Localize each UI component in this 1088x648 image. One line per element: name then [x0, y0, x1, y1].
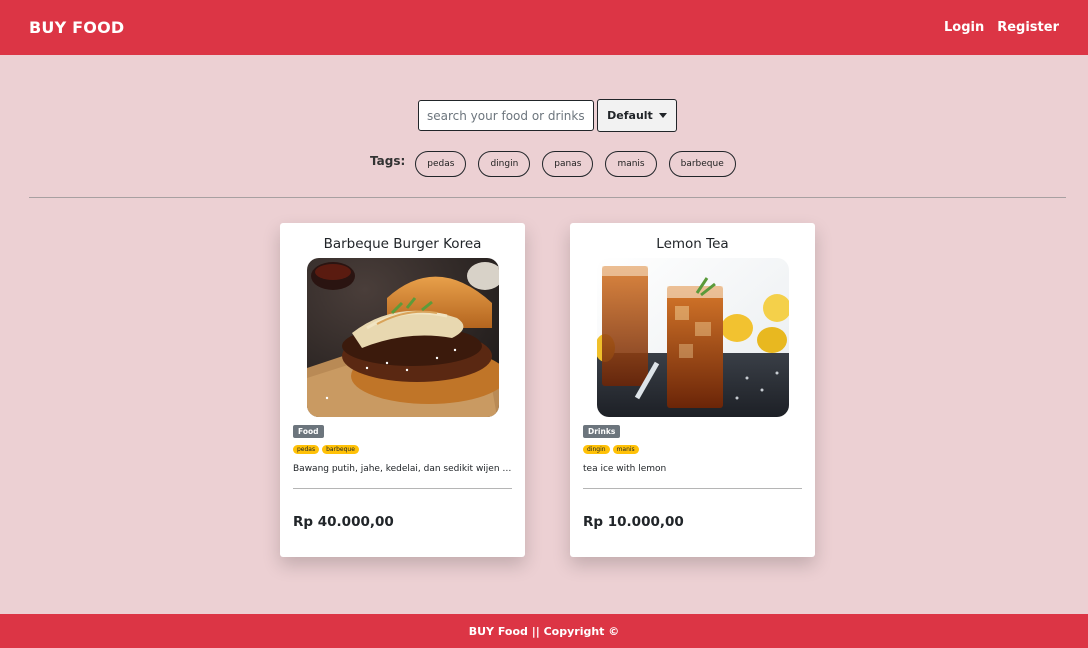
- tags-label: Tags:: [370, 154, 406, 168]
- product-tag: dingin: [583, 445, 610, 454]
- product-title: Barbeque Burger Korea: [323, 236, 482, 252]
- sort-dropdown-button[interactable]: Default: [597, 99, 677, 132]
- category-badge: Drinks: [583, 425, 621, 438]
- product-description: Bawang putih, jahe, kedelai, dan sedikit…: [293, 464, 512, 474]
- caret-down-icon: [658, 113, 667, 118]
- tag-filter-pedas[interactable]: pedas: [415, 151, 467, 177]
- product-tag: manis: [612, 445, 639, 454]
- section-divider: [29, 197, 1066, 198]
- search-input[interactable]: [418, 100, 594, 131]
- product-tag: barbeque: [322, 445, 359, 454]
- product-card[interactable]: Lemon Tea Drinks dingin manis tea ice wi…: [570, 223, 815, 557]
- tag-filter-barbeque[interactable]: barbeque: [668, 151, 736, 177]
- sort-dropdown-label: Default: [607, 109, 653, 122]
- product-card[interactable]: Barbeque Burger Korea Food pedas barbequ: [280, 223, 525, 557]
- tags-filter: Tags: pedas dingin panas manis barbeque: [370, 151, 748, 177]
- product-price: Rp 40.000,00: [293, 514, 394, 530]
- tag-filter-manis[interactable]: manis: [605, 151, 657, 177]
- product-tags: pedas barbeque: [293, 445, 512, 454]
- iced-lemon-tea-photo: [596, 258, 789, 417]
- register-link[interactable]: Register: [997, 20, 1059, 35]
- footer-copyright: BUY Food || Copyright ©: [468, 624, 620, 638]
- tag-filter-panas[interactable]: panas: [542, 151, 594, 177]
- navbar: BUY FOOD Login Register: [0, 0, 1088, 55]
- burger-photo: [306, 258, 499, 417]
- category-badge: Food: [293, 425, 324, 438]
- search-bar: Default: [418, 99, 677, 132]
- card-divider: [293, 488, 512, 489]
- login-link[interactable]: Login: [944, 20, 984, 35]
- footer: BUY Food || Copyright ©: [0, 614, 1088, 648]
- product-description: tea ice with lemon: [583, 464, 667, 474]
- product-price: Rp 10.000,00: [583, 514, 684, 530]
- card-divider: [583, 488, 802, 489]
- product-tags: dingin manis: [583, 445, 802, 454]
- tag-filter-dingin[interactable]: dingin: [478, 151, 531, 177]
- brand-logo[interactable]: BUY FOOD: [29, 18, 124, 37]
- nav-links: Login Register: [944, 20, 1059, 35]
- product-tag: pedas: [293, 445, 320, 454]
- product-title: Lemon Tea: [656, 236, 729, 252]
